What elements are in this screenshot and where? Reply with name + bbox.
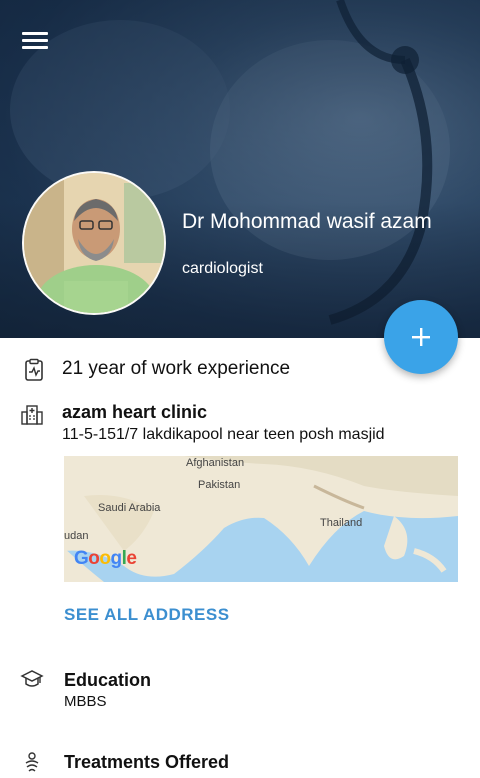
map-label-sudan: udan <box>64 530 89 542</box>
experience-text: 21 year of work experience <box>62 358 291 379</box>
treatments-title: Treatments Offered <box>64 752 230 772</box>
clinic-address: 11-5-151/7 lakdikapool near teen posh ma… <box>62 426 385 443</box>
map-label-thailand: Thailand <box>320 517 363 529</box>
see-all-address-link[interactable]: SEE ALL ADDRESS <box>64 605 230 625</box>
clinic-name: azam heart clinic <box>62 402 208 422</box>
add-button[interactable] <box>384 300 458 374</box>
map-label-saudi-arabia: Saudi Arabia <box>98 502 161 514</box>
doctor-name: Dr Mohommad wasif azam <box>182 210 432 233</box>
education-title: Education <box>64 670 152 690</box>
education-value: MBBS <box>64 693 107 710</box>
treatment-icon <box>25 752 39 772</box>
doctor-specialty: cardiologist <box>182 260 263 277</box>
map-label-pakistan: Pakistan <box>198 479 241 491</box>
clipboard-icon <box>25 358 43 381</box>
map-label-afghanistan: Afghanistan <box>186 457 245 469</box>
hospital-icon <box>21 405 43 425</box>
clinic-map[interactable]: Afghanistan Pakistan Saudi Arabia Thaila… <box>64 456 458 582</box>
google-logo: Google <box>74 548 137 569</box>
graduation-cap-icon <box>20 670 44 687</box>
avatar <box>22 171 166 315</box>
menu-icon[interactable] <box>22 30 50 52</box>
add-icon <box>412 328 430 346</box>
